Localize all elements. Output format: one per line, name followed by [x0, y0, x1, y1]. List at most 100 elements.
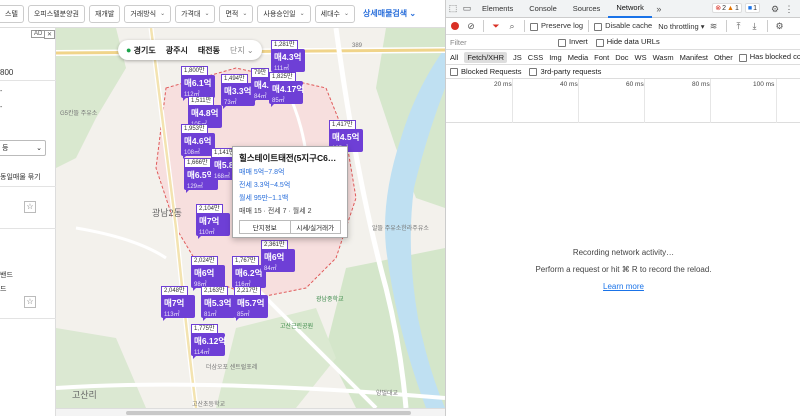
record-icon[interactable]	[448, 19, 462, 33]
marker-count: 1,775만	[191, 324, 218, 333]
horizontal-scrollbar[interactable]	[56, 408, 445, 416]
type-manifest[interactable]: Manifest	[680, 53, 708, 62]
throttling-select[interactable]: No throttling ▾	[658, 22, 704, 31]
disable-cache-checkbox[interactable]: Disable cache	[594, 21, 652, 31]
type-font[interactable]: Font	[594, 53, 609, 62]
wifi-icon[interactable]: ≋	[707, 19, 721, 33]
filter-dropdown-price[interactable]: 가격대 ⌄	[175, 4, 216, 23]
hide-data-urls-checkbox[interactable]: Hide data URLs	[595, 37, 660, 47]
filter-dropdown-approval-date[interactable]: 사용승인일 ⌄	[257, 4, 311, 23]
import-icon[interactable]: ⤒	[732, 19, 746, 33]
location-breadcrumb: ● 경기도 광주시 태전동 단지 ⌄	[118, 40, 262, 60]
marker-tail	[253, 99, 261, 103]
complex-info-button[interactable]: 단지정보	[239, 220, 291, 234]
divider	[0, 318, 56, 319]
type-wasm[interactable]: Wasm	[653, 53, 674, 62]
filter-chip-officetel[interactable]: 스텔	[0, 4, 24, 23]
price-history-button[interactable]: 시세/실거래가	[290, 220, 341, 234]
detail-search-button[interactable]: 상세매물검색 ⌄	[363, 8, 416, 19]
type-css[interactable]: CSS	[528, 53, 543, 62]
scrollbar-thumb[interactable]	[126, 411, 411, 415]
location-province[interactable]: 경기도	[134, 46, 156, 55]
marker-count: 1,281만	[271, 40, 298, 49]
chevron-down-icon: ⌄	[246, 45, 254, 55]
filter-bar: 스텔 오피스텔분양권 재개발 거래방식 ⌄ 가격대 ⌄ 면적 ⌄ 사용승인일 ⌄ 세대수…	[0, 0, 445, 28]
type-fetch-xhr[interactable]: Fetch/XHR	[464, 51, 508, 63]
type-ws[interactable]: WS	[635, 53, 647, 62]
filter-input[interactable]: Filter	[450, 38, 550, 47]
same-listing-toggle[interactable]: 동일매물 묶기	[0, 172, 41, 182]
more-options-icon[interactable]: ⋮	[782, 0, 796, 18]
type-all[interactable]: All	[450, 53, 458, 62]
devtools-panel: ⬚ ▭ Elements Console Sources Network » ⊗…	[445, 0, 800, 416]
price-marker[interactable]: 1,800만 매6.1억 112㎡	[181, 66, 217, 101]
error-badge[interactable]: ⊗ 2 ▲ 1	[712, 3, 742, 13]
blocked-row: Blocked Requests 3rd-party requests	[446, 65, 800, 79]
settings-gear-icon[interactable]: ⚙	[768, 0, 782, 18]
filter-chip-redevelopment[interactable]: 재개발	[88, 4, 121, 23]
timeline-tick: 60 ms	[626, 81, 644, 88]
preserve-log-checkbox[interactable]: Preserve log	[530, 21, 583, 31]
blocked-requests-checkbox[interactable]: Blocked Requests	[450, 67, 521, 76]
type-js[interactable]: JS	[513, 53, 522, 62]
location-city[interactable]: 광주시	[166, 45, 188, 56]
marker-count: 2,048만	[161, 286, 188, 295]
price-marker[interactable]: 2,217만 매5.7억 85㎡	[234, 286, 270, 321]
filter-dropdown-households[interactable]: 세대수 ⌄	[314, 4, 355, 23]
marker-tail	[271, 103, 279, 107]
sort-select[interactable]: 등 ⌄	[0, 140, 46, 156]
learn-more-link[interactable]: Learn more	[446, 282, 800, 291]
price-marker[interactable]: 1,775만 매6.12억 114㎡	[191, 324, 227, 359]
network-overview-timeline[interactable]: 20 ms 40 ms 60 ms 80 ms 100 ms	[446, 79, 800, 123]
type-media[interactable]: Media	[568, 53, 588, 62]
tab-console[interactable]: Console	[521, 0, 565, 18]
inspect-icon[interactable]: ⬚	[446, 0, 460, 18]
filter-icon[interactable]: ⏷	[489, 19, 503, 33]
popup-counts: 매매 15 · 전세 7 · 월세 2	[239, 208, 312, 215]
location-dong[interactable]: 태전동	[198, 45, 220, 56]
filter-dropdown-trade-type[interactable]: 거래방식 ⌄	[124, 4, 172, 23]
tab-sources[interactable]: Sources	[565, 0, 609, 18]
type-img[interactable]: Img	[549, 53, 562, 62]
export-icon[interactable]: ⤓	[748, 19, 762, 33]
price-marker[interactable]: 2,104만 매7억 110㎡	[196, 204, 232, 239]
unit-dropdown[interactable]: 단지 ⌄	[230, 45, 254, 56]
filter-chip-officetel-presale[interactable]: 오피스텔분양권	[27, 4, 85, 23]
clear-icon[interactable]: ⊘	[464, 19, 478, 33]
tab-network[interactable]: Network	[608, 0, 652, 18]
type-doc[interactable]: Doc	[615, 53, 628, 62]
map-view[interactable]: ● 경기도 광주시 태전동 단지 ⌄ 광남2동 고산리 389 G5칸뜰 주유소…	[56, 28, 445, 408]
filter-dropdown-area[interactable]: 면적 ⌄	[219, 4, 254, 23]
marker-count: 2,163만	[201, 286, 228, 295]
map-label-middle-school: 광남중학교	[316, 297, 344, 303]
marker-tail	[198, 235, 206, 239]
price-marker[interactable]: 1,825만 매4.17억 85㎡	[269, 72, 305, 107]
popup-title[interactable]: 힐스테이트태전(5지구C6…	[239, 152, 341, 164]
price-marker[interactable]: 1,281만 매4.3억 111㎡	[271, 40, 307, 75]
chevron-down-icon: ⌄	[242, 11, 248, 17]
issues-badge[interactable]: ■ 1	[744, 3, 760, 13]
device-toolbar-icon[interactable]: ▭	[460, 0, 474, 18]
third-party-checkbox[interactable]: 3rd-party requests	[529, 67, 601, 76]
bookmark-star-icon[interactable]: ☆	[24, 296, 36, 308]
price-marker[interactable]: 2,163만 매5.3억 81㎡	[201, 286, 237, 321]
bookmark-star-icon[interactable]: ☆	[24, 201, 36, 213]
has-blocked-cookies-checkbox[interactable]: Has blocked cookies	[738, 52, 800, 62]
price-marker[interactable]: 2,024만 매6억 98㎡	[191, 256, 227, 291]
marker-price: 매6.2억	[235, 268, 263, 278]
type-other[interactable]: Other	[714, 53, 733, 62]
listing-price: 800	[0, 68, 14, 77]
ad-close-icon[interactable]: ✕	[44, 30, 56, 39]
more-tabs-icon[interactable]: »	[652, 0, 666, 18]
tab-elements[interactable]: Elements	[474, 0, 521, 18]
chevron-down-icon: ⌄	[36, 145, 42, 152]
price-marker[interactable]: 2,048만 매7억 113㎡	[161, 286, 197, 321]
marker-box: 매7억 110㎡	[196, 213, 230, 236]
search-icon[interactable]: ⌕	[505, 19, 519, 33]
chevron-down-icon: ▾	[700, 21, 705, 31]
price-marker[interactable]: 2,361만 매6억 84㎡	[261, 240, 297, 275]
marker-count: 1,953만	[181, 124, 208, 133]
invert-checkbox[interactable]: Invert	[558, 37, 588, 47]
divider	[0, 80, 56, 81]
network-settings-icon[interactable]: ⚙	[773, 19, 787, 33]
